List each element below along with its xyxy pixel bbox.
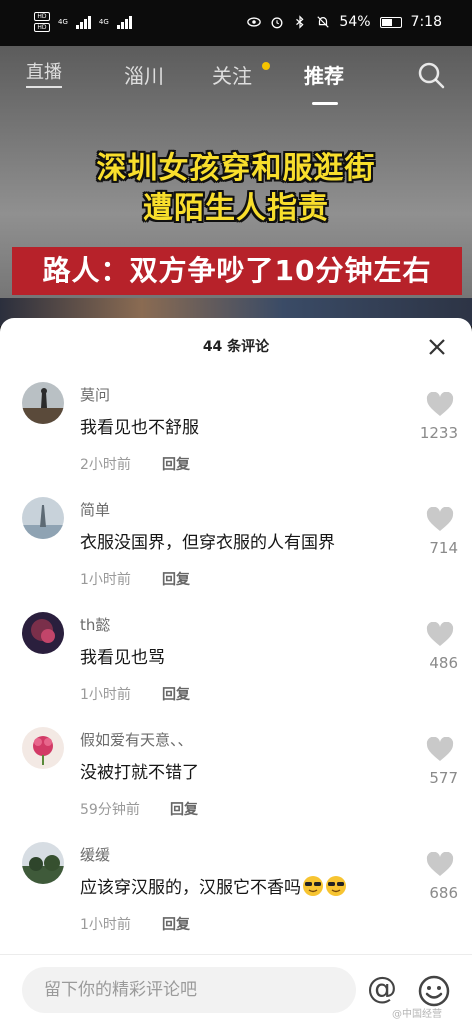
battery-percent: 54% (339, 14, 371, 30)
tab-follow[interactable]: 关注 (212, 60, 252, 89)
signal-labels: 4G (58, 18, 68, 26)
reply-button[interactable]: 回复 (170, 799, 198, 819)
comment-username[interactable]: 莫问 (80, 384, 110, 405)
comment-text: 没被打就不错了 (80, 763, 199, 783)
network-indicators: HD HD 4G 4G (34, 12, 132, 32)
like-count: 1233 (419, 424, 458, 442)
avatar[interactable] (22, 382, 64, 424)
comment-username[interactable]: 缓缓 (80, 844, 110, 865)
status-right: 54% 7:18 (247, 14, 442, 30)
avatar[interactable] (22, 842, 64, 884)
comment-text: 衣服没国界，但穿衣服的人有国界 (80, 533, 335, 553)
comment-text: 应该穿汉服的，汉服它不香吗 (80, 873, 347, 898)
headline-line-1: 深圳女孩穿和服逛街 (96, 151, 376, 186)
comment-item: 莫问 我看见也不舒服 2小时前 回复 1233 (0, 382, 472, 492)
battery-icon (379, 16, 402, 28)
comment-item: 缓缓 应该穿汉服的，汉服它不香吗 1小时前 回复 686 (0, 842, 472, 952)
sunglasses-emoji-icon (303, 876, 323, 896)
comment-username[interactable]: 假如爱有天意、、 (80, 729, 193, 750)
comment-input[interactable] (22, 967, 356, 1013)
comment-text: 我看见也不舒服 (80, 418, 199, 438)
heart-icon[interactable] (426, 507, 454, 533)
emoji-picker-icon[interactable] (416, 973, 452, 1009)
tab-live[interactable]: 直播 (26, 62, 62, 88)
top-nav: 直播 淄川 关注 推荐 (0, 56, 472, 105)
like-count: 714 (429, 539, 458, 557)
heart-icon[interactable] (426, 392, 454, 418)
signal-label: 4G (98, 18, 109, 26)
reply-button[interactable]: 回复 (162, 914, 190, 934)
reply-button[interactable]: 回复 (162, 684, 190, 704)
reply-button[interactable]: 回复 (162, 569, 190, 589)
headline-banner: 路人：双方争吵了10分钟左右 (12, 247, 462, 295)
search-icon[interactable] (416, 60, 446, 90)
active-tab-indicator (312, 102, 338, 105)
sunglasses-emoji-icon (326, 876, 346, 896)
mention-button[interactable]: @ (364, 973, 400, 1009)
tab-local[interactable]: 淄川 (124, 60, 164, 89)
comment-time: 1小时前 (80, 572, 131, 588)
status-bar: HD HD 4G 4G 54% 7:18 (0, 0, 472, 46)
comment-text: 我看见也骂 (80, 648, 165, 668)
heart-icon[interactable] (426, 737, 454, 763)
comment-text-body: 应该穿汉服的，汉服它不香吗 (80, 878, 301, 898)
comment-item: th懿 我看见也骂 1小时前 回复 486 (0, 612, 472, 722)
comment-input-bar: @ @中国经营 (0, 954, 472, 1024)
comment-item: 简单 衣服没国界，但穿衣服的人有国界 1小时前 回复 714 (0, 497, 472, 607)
hd-badge: HD (34, 12, 50, 21)
video-player[interactable]: 直播 淄川 关注 推荐 深圳女孩穿和服逛街 遭陌生人指责 路人：双方争吵了10分… (0, 46, 472, 326)
like-count: 577 (429, 769, 458, 787)
comments-count-title: 44 条评论 (202, 339, 270, 355)
comment-time: 1小时前 (80, 917, 131, 933)
heart-icon[interactable] (426, 852, 454, 878)
avatar[interactable] (22, 727, 64, 769)
mute-bell-icon (317, 16, 330, 28)
tab-recommend[interactable]: 推荐 (304, 60, 344, 89)
comment-time: 59分钟前 (80, 802, 140, 818)
comment-username[interactable]: th懿 (80, 614, 110, 635)
clock: 7:18 (410, 14, 442, 30)
notification-dot (262, 62, 270, 70)
hd-badges: HD HD (34, 12, 50, 32)
comment-time: 1小时前 (80, 687, 131, 703)
like-count: 486 (429, 654, 458, 672)
avatar[interactable] (22, 497, 64, 539)
close-icon[interactable] (426, 336, 448, 358)
signal-icon (116, 15, 132, 29)
heart-icon[interactable] (426, 622, 454, 648)
comment-username[interactable]: 简单 (80, 499, 110, 520)
signal-label: 4G (58, 18, 68, 26)
signal-icon (75, 15, 91, 29)
comment-item: 假如爱有天意、、 没被打就不错了 59分钟前 回复 577 (0, 727, 472, 837)
video-caption: 深圳女孩穿和服逛街 遭陌生人指责 (60, 149, 412, 229)
headline-line-2: 遭陌生人指责 (143, 191, 329, 226)
avatar[interactable] (22, 612, 64, 654)
alarm-icon (271, 17, 283, 29)
reply-button[interactable]: 回复 (162, 454, 190, 474)
bluetooth-icon (296, 15, 304, 29)
comment-time: 2小时前 (80, 457, 131, 473)
like-count: 686 (429, 884, 458, 902)
hd-badge: HD (34, 23, 50, 32)
comments-sheet: 44 条评论 莫问 我看见也不舒服 2小时前 回复 1233 简单 衣服没国界，… (0, 318, 472, 1024)
weibo-watermark: @中国经营 (392, 1009, 442, 1020)
eye-icon (247, 17, 262, 27)
